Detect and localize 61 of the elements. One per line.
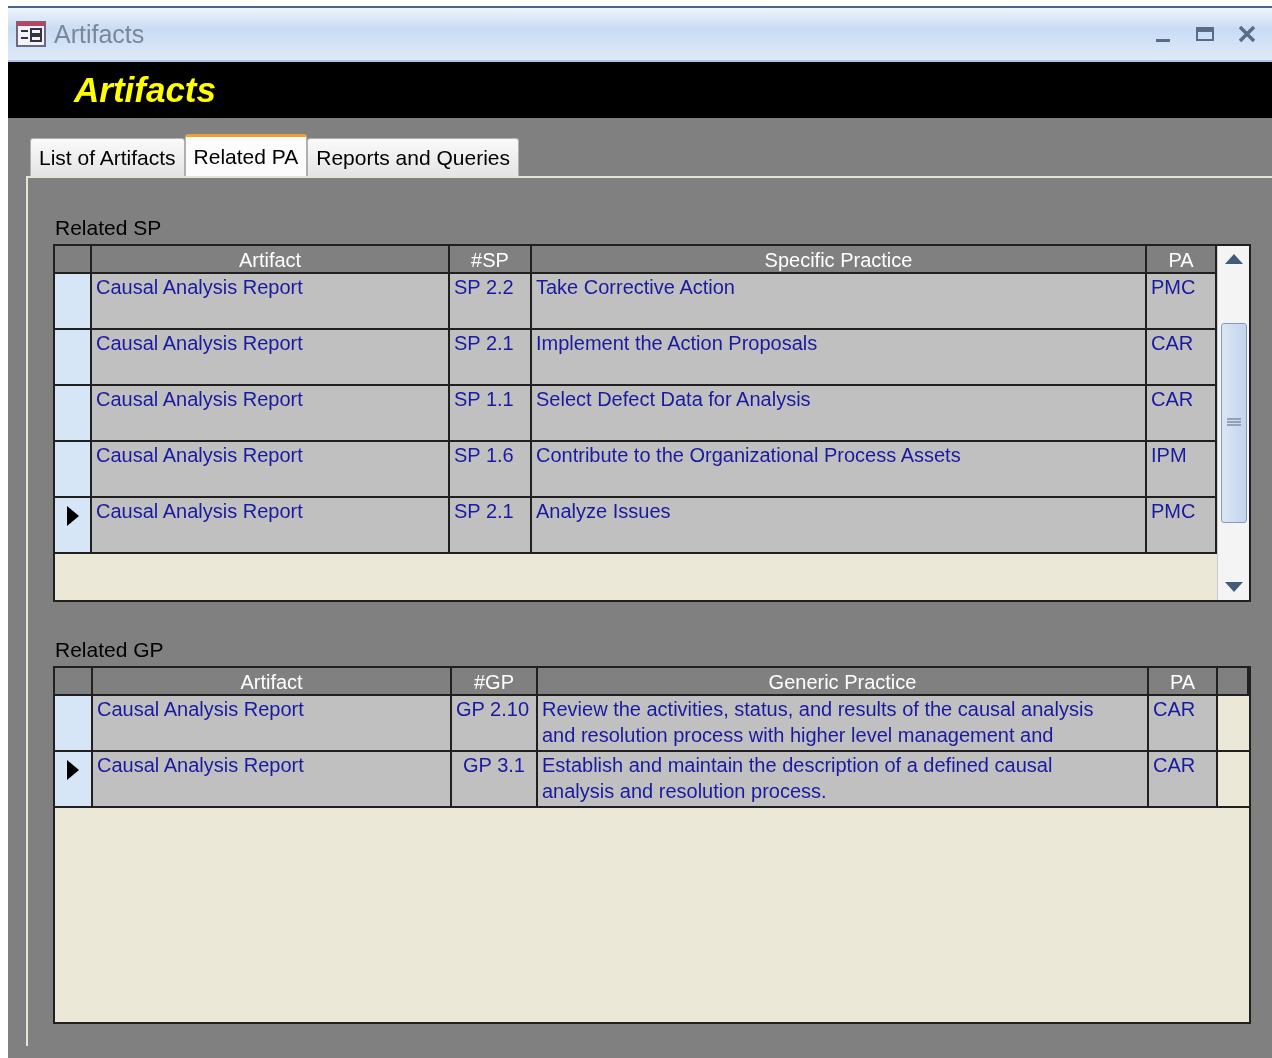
record-selector[interactable] [55,386,92,442]
column-header[interactable]: Specific Practice [532,246,1147,274]
number-cell: SP 2.1 [450,330,532,386]
artifact-cell: Causal Analysis Report [93,752,452,808]
current-record-icon [66,506,79,526]
column-header[interactable]: Generic Practice [538,668,1149,696]
scroll-thumb[interactable] [1220,323,1247,523]
artifact-cell: Causal Analysis Report [92,274,450,330]
scrollbar[interactable] [1217,246,1249,600]
artifact-cell: Causal Analysis Report [92,498,450,554]
practice-cell: Select Defect Data for Analysis [532,386,1147,442]
window-title: Artifacts [54,19,146,49]
record-selector[interactable] [55,752,93,808]
section-label: Related SP [55,216,162,240]
form-icon [16,21,46,47]
artifact-cell: Causal Analysis Report [93,696,452,752]
column-header[interactable]: #SP [450,246,532,274]
section-label: Related GP [55,638,164,662]
number-cell: SP 1.6 [450,442,532,498]
record-selector[interactable] [55,498,92,554]
pa-cell: CAR [1147,386,1217,442]
column-header[interactable]: PA [1149,668,1218,696]
scroll-up-icon[interactable] [1224,254,1243,264]
practice-cell: Establish and maintain the description of a defined causal analysis and resolution process. [538,752,1149,808]
pa-cell: CAR [1147,330,1217,386]
tab[interactable]: List of Artifacts [30,138,185,176]
current-record-icon [67,760,79,780]
grip-icon [1226,418,1241,428]
record-selector[interactable] [55,274,92,330]
artifact-cell: Causal Analysis Report [92,330,450,386]
number-cell: GP 2.10 [452,696,538,752]
record-selector[interactable] [55,696,93,752]
column-header[interactable]: Artifact [92,246,450,274]
number-cell: SP 1.1 [450,386,532,442]
tab[interactable]: Related PA [184,134,308,176]
practice-cell: Contribute to the Organizational Process Assets [532,442,1147,498]
column-header[interactable]: Artifact [93,668,452,696]
record-selector[interactable] [55,442,92,498]
artifact-cell: Causal Analysis Report [92,386,450,442]
column-header[interactable]: PA [1147,246,1217,274]
minimize-icon [1156,38,1170,42]
form-title: Artifacts [74,70,216,110]
number-cell: SP 2.2 [450,274,532,330]
maximize-icon [1196,26,1214,42]
tab[interactable]: Reports and Queries [307,138,519,176]
practice-cell: Implement the Action Proposals [532,330,1147,386]
column-header[interactable]: #GP [452,668,538,696]
close-icon [1238,25,1256,43]
practice-cell: Analyze Issues [532,498,1147,554]
practice-cell: Review the activities, status, and results of the causal analysis and resolution process with higher level management and [538,696,1149,752]
record-selector[interactable] [55,330,92,386]
pa-cell: PMC [1147,274,1217,330]
scroll-down-icon[interactable] [1224,582,1243,592]
pa-cell: CAR [1149,752,1218,808]
practice-cell: Take Corrective Action [532,274,1147,330]
artifact-cell: Causal Analysis Report [92,442,450,498]
number-cell: SP 2.1 [450,498,532,554]
pa-cell: CAR [1149,696,1218,752]
pa-cell: PMC [1147,498,1217,554]
pa-cell: IPM [1147,442,1217,498]
number-cell: GP 3.1 [452,752,538,808]
